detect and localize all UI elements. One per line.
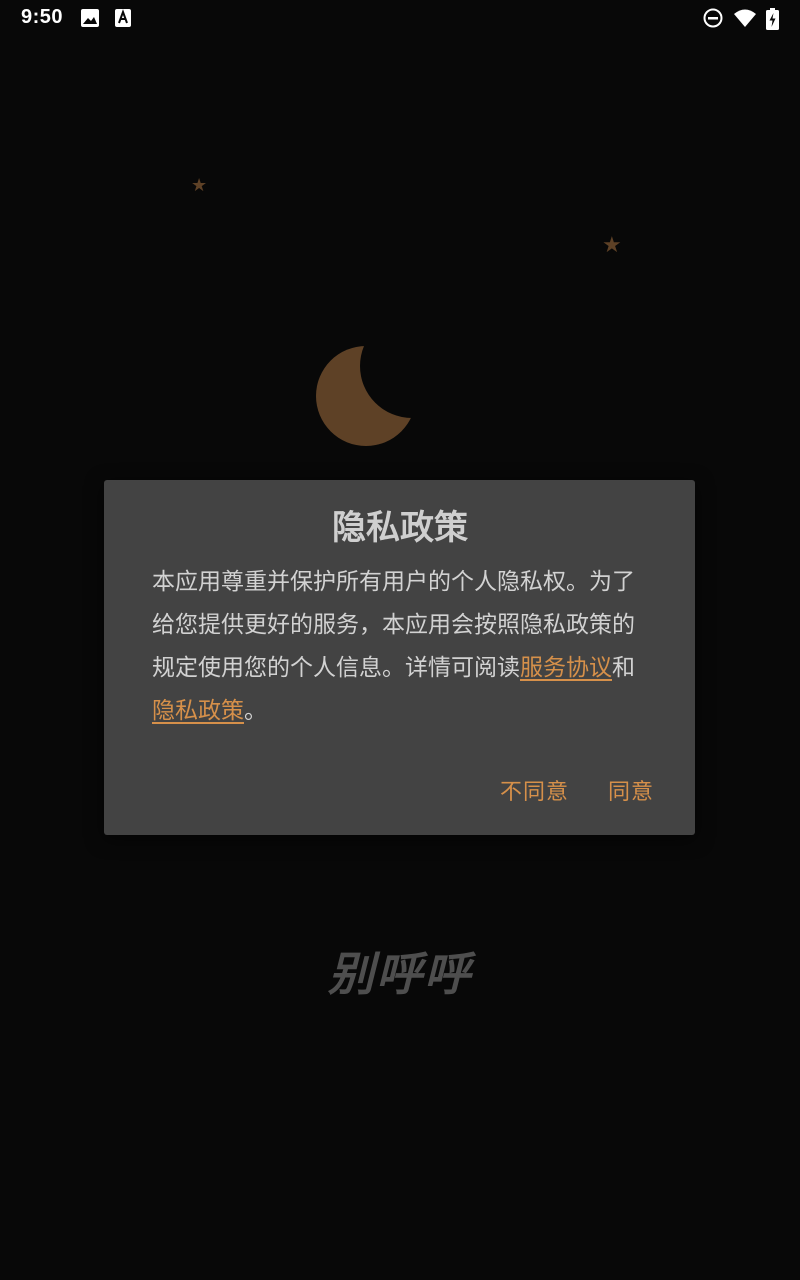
agree-button[interactable]: 同意 bbox=[608, 775, 654, 811]
star-icon: ★ bbox=[602, 233, 622, 258]
battery-charging-icon bbox=[766, 8, 779, 34]
font-a-icon bbox=[114, 8, 132, 32]
disagree-button[interactable]: 不同意 bbox=[500, 775, 569, 811]
status-time: 9:50 bbox=[21, 6, 64, 28]
and-text: 和 bbox=[612, 655, 635, 681]
service-agreement-link[interactable]: 服务协议 bbox=[520, 655, 612, 681]
star-icon: ★ bbox=[191, 175, 208, 196]
image-icon bbox=[80, 8, 100, 32]
app-name: 别呼呼 bbox=[328, 947, 472, 1001]
wifi-icon bbox=[733, 8, 757, 32]
end-punctuation: 。 bbox=[244, 698, 267, 724]
splash-screen: 9:50 ★ ★ 隐私政策 本应用尊重并保护所有用户的个人隐私权。为了给您提供更… bbox=[0, 0, 800, 1280]
dialog-title: 隐私政策 bbox=[332, 508, 468, 548]
privacy-policy-link[interactable]: 隐私政策 bbox=[152, 698, 244, 724]
status-bar: 9:50 bbox=[0, 0, 800, 36]
moon-icon bbox=[300, 330, 430, 464]
dialog-body: 本应用尊重并保护所有用户的个人隐私权。为了给您提供更好的服务，本应用会按照隐私政… bbox=[152, 561, 642, 733]
do-not-disturb-icon bbox=[703, 8, 723, 32]
